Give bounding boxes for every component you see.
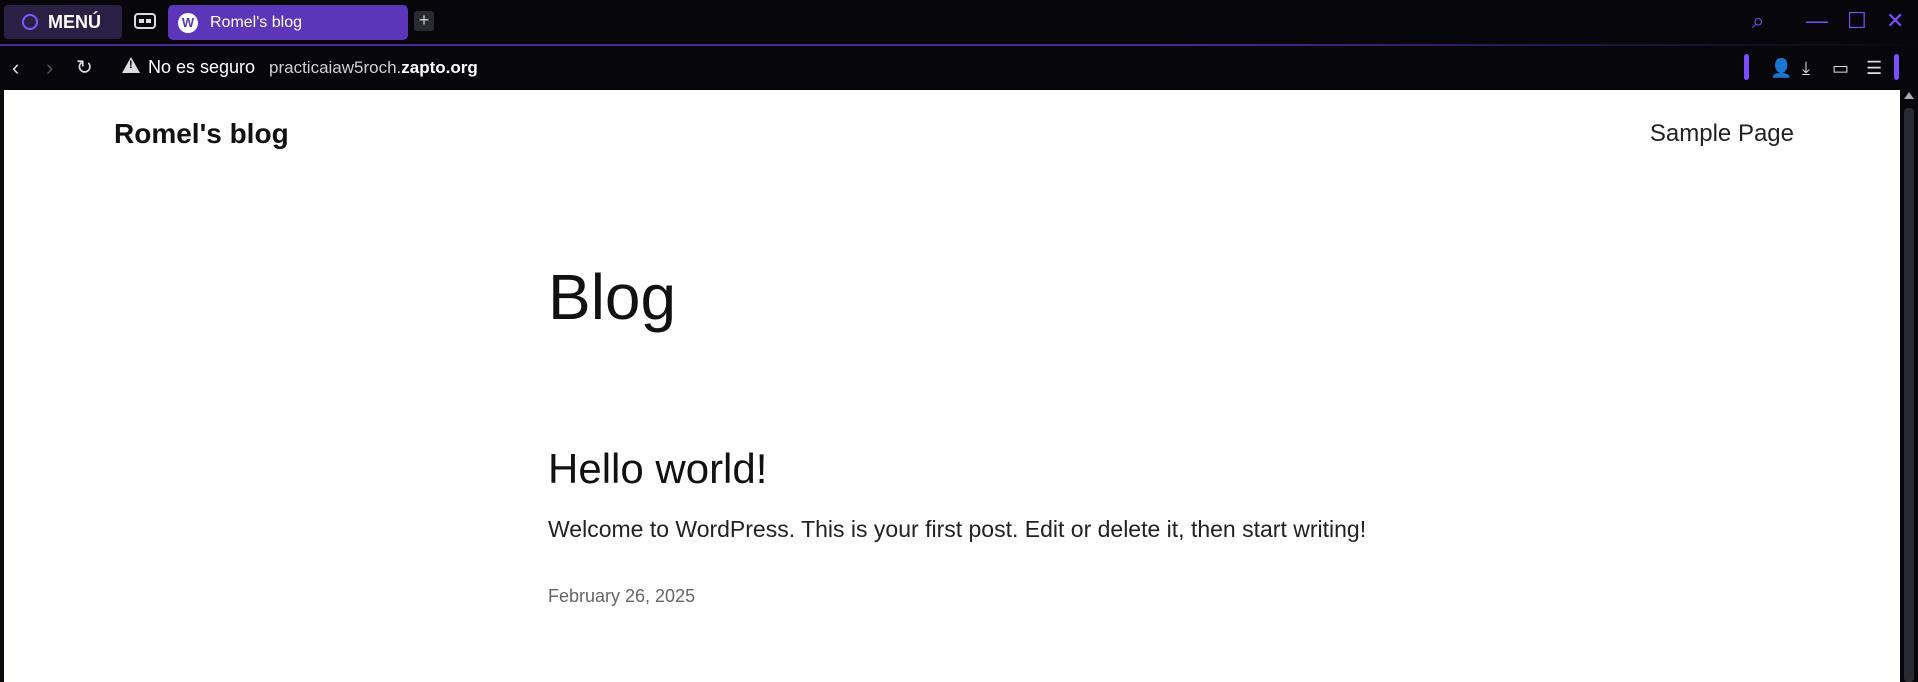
url-domain: zapto.org [401, 58, 478, 77]
profile-icon[interactable]: 👤 [1770, 58, 1792, 79]
menu-label: MENÚ [48, 11, 101, 32]
address-bar: ‹ › ↻ No es seguro practicaiaw5roch.zapt… [0, 46, 1918, 90]
tab-romels-blog[interactable]: W Romel's blog [168, 5, 408, 40]
forward-icon[interactable]: › [46, 55, 53, 81]
sidebar-accent-left [1744, 54, 1749, 80]
web-page: Romel's blog Sample Page Blog Hello worl… [4, 90, 1900, 682]
scroll-up-icon[interactable] [1904, 92, 1914, 99]
download-icon[interactable]: ⤓ [1802, 58, 1810, 79]
close-icon[interactable]: ✕ [1886, 8, 1904, 34]
tab-title: Romel's blog [210, 13, 302, 31]
maximize-icon[interactable]: ☐ [1847, 8, 1867, 34]
wordpress-icon: W [178, 12, 198, 33]
post-excerpt: Welcome to WordPress. This is your first… [548, 516, 1367, 542]
url-prefix: practicaiaw5roch. [269, 58, 402, 77]
battery-saver-icon[interactable]: ▭ [1832, 58, 1849, 79]
opera-menu-button[interactable]: MENÚ [4, 5, 122, 39]
url-field[interactable]: practicaiaw5roch.zapto.org [269, 58, 478, 78]
back-icon[interactable]: ‹ [12, 55, 19, 81]
opera-logo-icon [22, 14, 38, 30]
easy-setup-icon[interactable]: ☰ [1866, 58, 1882, 79]
page-title: Blog [548, 261, 677, 333]
security-label[interactable]: No es seguro [148, 57, 255, 78]
minimize-icon[interactable]: — [1806, 8, 1828, 34]
gx-control-icon[interactable] [134, 13, 156, 29]
scrollbar-thumb[interactable] [1904, 108, 1914, 682]
sidebar-accent-right [1894, 54, 1899, 80]
warning-icon[interactable] [122, 57, 140, 73]
page-scrollbar[interactable] [1900, 90, 1918, 682]
post-title[interactable]: Hello world! [548, 445, 767, 493]
site-title[interactable]: Romel's blog [114, 118, 289, 150]
nav-link-sample-page[interactable]: Sample Page [1650, 120, 1794, 148]
search-tabs-icon[interactable]: ⌕ [1752, 8, 1764, 34]
reload-icon[interactable]: ↻ [76, 55, 93, 80]
tab-bar: MENÚ W Romel's blog + ⌕ — ☐ ✕ [0, 0, 1918, 44]
post-date[interactable]: February 26, 2025 [548, 586, 695, 607]
new-tab-button[interactable]: + [414, 11, 434, 31]
